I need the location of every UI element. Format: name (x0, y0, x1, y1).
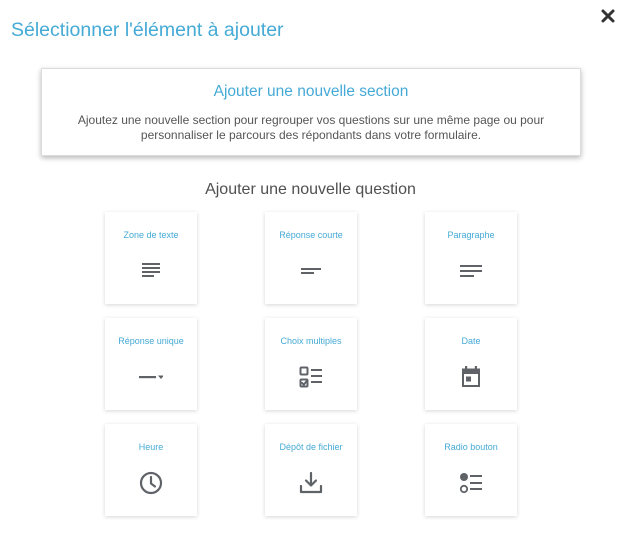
clock-icon (139, 471, 163, 495)
question-type-label: Paragraphe (447, 230, 495, 240)
radio-list-icon (459, 473, 482, 494)
text-area-icon (142, 263, 160, 277)
calendar-icon (462, 366, 480, 387)
paragraph-icon (460, 265, 482, 277)
file-upload-icon (299, 471, 323, 494)
question-type-label: Réponse courte (279, 230, 343, 240)
question-type-label: Zone de texte (123, 230, 179, 240)
question-type-label: Choix multiples (280, 336, 342, 346)
question-type-label: Réponse unique (118, 336, 184, 346)
question-type-single-choice[interactable]: Réponse unique (105, 318, 197, 410)
close-button[interactable] (598, 6, 618, 26)
dropdown-icon (139, 375, 163, 379)
question-type-multiple-choice[interactable]: Choix multiples (265, 318, 357, 410)
dialog-title: Sélectionner l'élément à ajouter (11, 19, 284, 41)
question-type-label: Heure (138, 442, 164, 452)
add-section-title: Ajouter une nouvelle section (213, 83, 409, 100)
question-type-date[interactable]: Date (425, 318, 517, 410)
add-question-heading: Ajouter une nouvelle question (205, 181, 416, 198)
checklist-icon (299, 366, 322, 388)
question-type-file-upload[interactable]: Dépôt de fichier (265, 424, 357, 516)
question-type-short-answer[interactable]: Réponse courte (265, 212, 357, 304)
question-type-label: Date (461, 336, 481, 346)
add-section-button[interactable]: Ajouter une nouvelle section Ajoutez une… (41, 68, 581, 156)
add-section-description: Ajoutez une nouvelle section pour regrou… (77, 113, 545, 142)
question-type-radio-button[interactable]: Radio bouton (425, 424, 517, 516)
close-x-icon (601, 9, 615, 23)
question-type-paragraph[interactable]: Paragraphe (425, 212, 517, 304)
question-type-text-area[interactable]: Zone de texte (105, 212, 197, 304)
question-type-label: Dépôt de fichier (279, 442, 343, 452)
short-answer-icon (301, 268, 321, 274)
question-type-time[interactable]: Heure (105, 424, 197, 516)
question-type-label: Radio bouton (444, 442, 498, 452)
